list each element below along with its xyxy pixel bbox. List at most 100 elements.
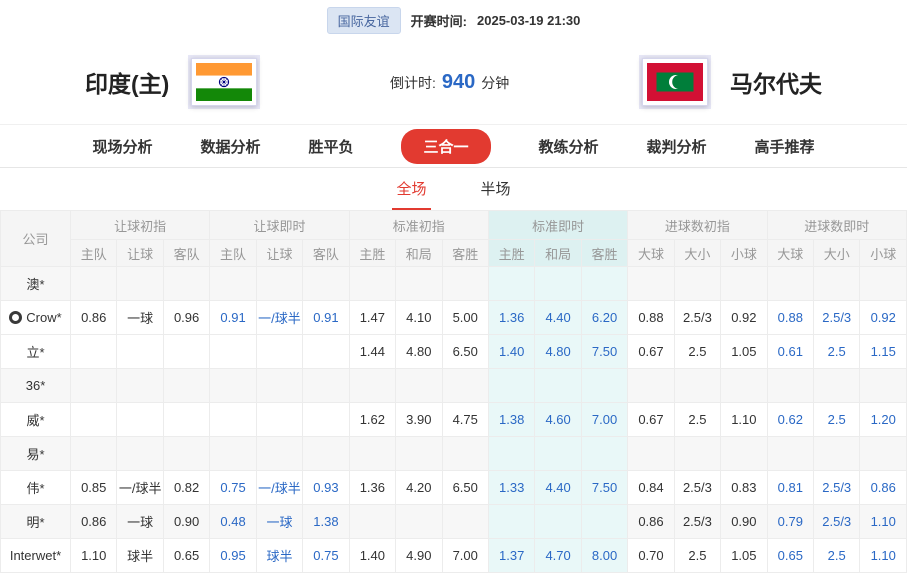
odds-cell[interactable]: 2.5 <box>814 335 860 369</box>
odds-cell[interactable]: 1.38 <box>303 505 349 539</box>
odds-cell[interactable]: 6.20 <box>581 301 627 335</box>
odds-cell[interactable]: 4.40 <box>535 471 581 505</box>
odds-cell[interactable]: 0.92 <box>860 301 907 335</box>
odds-cell[interactable]: 0.62 <box>767 403 813 437</box>
table-row: 易* <box>1 437 907 471</box>
company-cell[interactable]: Interwet* <box>1 539 71 573</box>
away-team: 马尔代夫 <box>642 58 822 106</box>
odds-cell[interactable]: 0.95 <box>210 539 256 573</box>
odds-cell[interactable]: 0.48 <box>210 505 256 539</box>
odds-cell[interactable]: 0.75 <box>210 471 256 505</box>
odds-cell: 5.00 <box>442 301 488 335</box>
odds-cell[interactable]: 球半 <box>256 539 302 573</box>
table-row: 伟*0.85一/球半0.820.75一/球半0.931.364.206.501.… <box>1 471 907 505</box>
odds-cell <box>628 437 674 471</box>
nav-tab-1[interactable]: 现场分析 <box>92 136 152 157</box>
scope-tab-1[interactable]: 全场 <box>392 168 430 210</box>
odds-cell[interactable]: 0.86 <box>860 471 907 505</box>
odds-cell <box>303 267 349 301</box>
odds-cell[interactable]: 一/球半 <box>256 301 302 335</box>
nav-tab-6[interactable]: 裁判分析 <box>647 136 707 157</box>
odds-cell <box>256 335 302 369</box>
odds-cell[interactable]: 0.91 <box>210 301 256 335</box>
odds-cell[interactable]: 1.36 <box>488 301 534 335</box>
odds-cell[interactable]: 2.5 <box>814 539 860 573</box>
odds-cell[interactable]: 0.81 <box>767 471 813 505</box>
odds-cell[interactable]: 1.10 <box>860 539 907 573</box>
sub-header: 让球 <box>256 240 302 267</box>
odds-cell[interactable]: 4.70 <box>535 539 581 573</box>
company-cell[interactable]: 伟* <box>1 471 71 505</box>
company-cell[interactable]: 易* <box>1 437 71 471</box>
nav-tab-7[interactable]: 高手推荐 <box>755 136 815 157</box>
odds-cell <box>674 267 720 301</box>
odds-cell[interactable]: 0.79 <box>767 505 813 539</box>
odds-cell <box>581 437 627 471</box>
league-badge[interactable]: 国际友谊 <box>327 7 401 34</box>
company-cell[interactable]: Crow* <box>1 301 71 335</box>
odds-cell: 1.44 <box>349 335 395 369</box>
odds-cell: 0.92 <box>721 301 767 335</box>
sub-header: 主胜 <box>488 240 534 267</box>
company-cell[interactable]: 立* <box>1 335 71 369</box>
nav-tab-2[interactable]: 数据分析 <box>200 136 260 157</box>
odds-cell[interactable]: 一/球半 <box>256 471 302 505</box>
odds-cell <box>303 403 349 437</box>
sub-header: 客胜 <box>442 240 488 267</box>
company-cell[interactable]: 36* <box>1 369 71 403</box>
odds-cell: 7.00 <box>442 539 488 573</box>
odds-cell: 0.67 <box>628 335 674 369</box>
odds-cell[interactable]: 2.5/3 <box>814 505 860 539</box>
odds-cell[interactable]: 1.38 <box>488 403 534 437</box>
scope-tabs: 全场 半场 <box>0 168 907 210</box>
home-team-name: 印度(主) <box>85 65 169 99</box>
match-header: 印度(主) 倒计时: 940 分钟 马尔代夫 <box>0 40 907 124</box>
odds-table: 公司让球初指让球即时标准初指标准即时进球数初指进球数即时 主队让球客队主队让球客… <box>0 210 907 573</box>
odds-cell <box>117 369 163 403</box>
odds-cell[interactable]: 7.50 <box>581 335 627 369</box>
odds-cell[interactable]: 2.5/3 <box>814 471 860 505</box>
odds-cell[interactable]: 1.40 <box>488 335 534 369</box>
sub-header: 大球 <box>767 240 813 267</box>
nav-tab-3[interactable]: 胜平负 <box>308 136 353 157</box>
nav-tab-5[interactable]: 教练分析 <box>539 136 599 157</box>
odds-cell <box>442 437 488 471</box>
odds-cell[interactable]: 2.5/3 <box>814 301 860 335</box>
company-cell[interactable]: 明* <box>1 505 71 539</box>
odds-cell <box>303 369 349 403</box>
scope-tab-2[interactable]: 半场 <box>477 168 515 210</box>
odds-cell <box>71 369 117 403</box>
company-cell[interactable]: 澳* <box>1 267 71 301</box>
odds-cell[interactable]: 0.65 <box>767 539 813 573</box>
odds-cell[interactable]: 1.37 <box>488 539 534 573</box>
odds-cell: 球半 <box>117 539 163 573</box>
odds-cell[interactable]: 4.80 <box>535 335 581 369</box>
odds-cell[interactable]: 1.10 <box>860 505 907 539</box>
odds-cell[interactable]: 7.50 <box>581 471 627 505</box>
odds-cell[interactable]: 0.91 <box>303 301 349 335</box>
odds-cell[interactable]: 一球 <box>256 505 302 539</box>
odds-cell <box>767 437 813 471</box>
odds-cell <box>163 335 209 369</box>
odds-cell <box>488 505 534 539</box>
odds-cell: 2.5/3 <box>674 505 720 539</box>
odds-cell[interactable]: 0.88 <box>767 301 813 335</box>
odds-cell: 一/球半 <box>117 471 163 505</box>
odds-cell[interactable]: 1.33 <box>488 471 534 505</box>
odds-cell[interactable]: 8.00 <box>581 539 627 573</box>
odds-cell[interactable]: 4.60 <box>535 403 581 437</box>
away-team-name: 马尔代夫 <box>730 65 822 99</box>
odds-cell[interactable]: 0.93 <box>303 471 349 505</box>
odds-cell[interactable]: 0.75 <box>303 539 349 573</box>
odds-cell[interactable]: 2.5 <box>814 403 860 437</box>
nav-tab-4[interactable]: 三合一 <box>401 129 490 164</box>
odds-cell[interactable]: 0.61 <box>767 335 813 369</box>
odds-cell[interactable]: 7.00 <box>581 403 627 437</box>
odds-cell[interactable]: 1.15 <box>860 335 907 369</box>
odds-cell[interactable]: 4.40 <box>535 301 581 335</box>
company-cell[interactable]: 威* <box>1 403 71 437</box>
odds-cell <box>721 267 767 301</box>
sub-header: 和局 <box>535 240 581 267</box>
odds-cell <box>210 437 256 471</box>
odds-cell[interactable]: 1.20 <box>860 403 907 437</box>
